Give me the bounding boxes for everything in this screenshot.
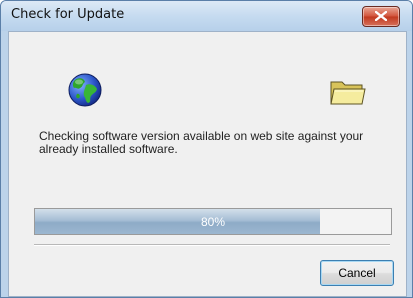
title-bar[interactable]: Check for Update bbox=[1, 1, 412, 31]
dialog-window: Check for Update Checking software versi… bbox=[0, 0, 413, 298]
folder-icon bbox=[330, 81, 366, 105]
globe-icon bbox=[68, 73, 102, 107]
progress-bar: 80% bbox=[34, 208, 392, 235]
progress-label: 80% bbox=[200, 215, 226, 229]
divider bbox=[34, 244, 390, 246]
close-icon bbox=[375, 11, 387, 21]
cancel-button[interactable]: Cancel bbox=[320, 260, 394, 286]
window-title: Check for Update bbox=[11, 7, 125, 22]
close-button[interactable] bbox=[362, 6, 400, 27]
dialog-body: Checking software version available on w… bbox=[8, 31, 407, 297]
status-message: Checking software version available on w… bbox=[39, 129, 364, 156]
